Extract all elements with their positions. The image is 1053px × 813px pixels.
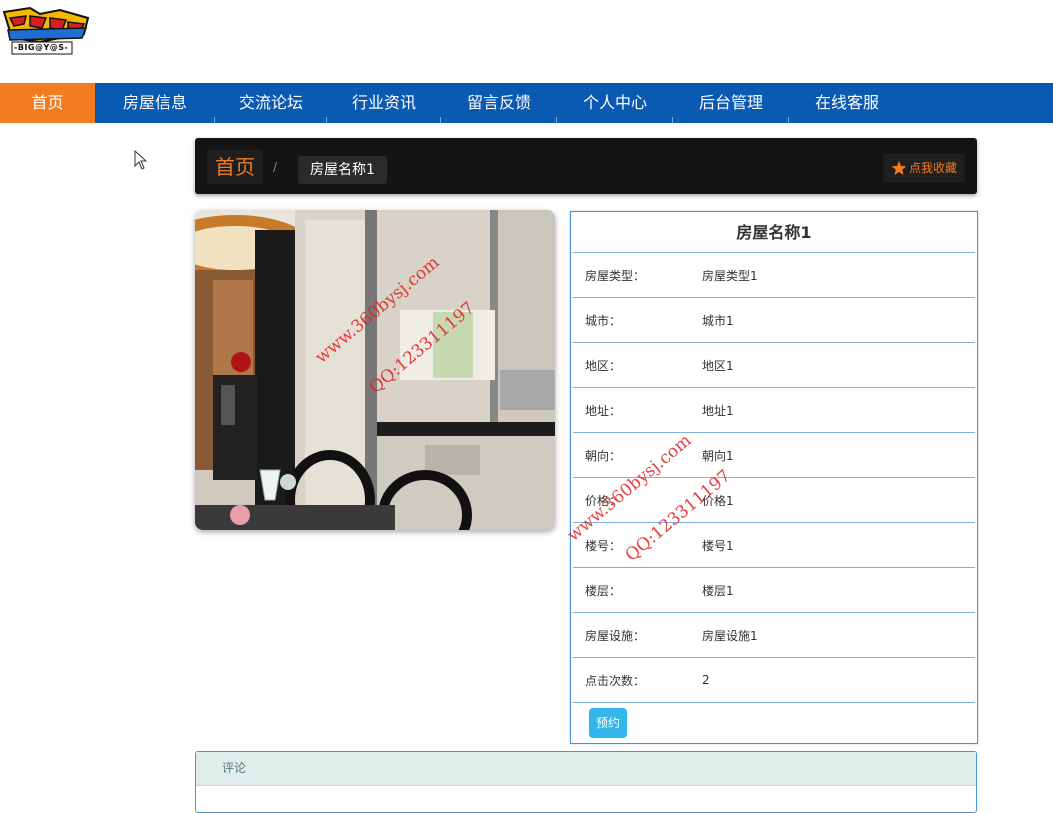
- breadcrumb-home-link[interactable]: 首页: [207, 150, 263, 184]
- nav-item-support[interactable]: 在线客服: [789, 83, 905, 123]
- house-photo-image: [195, 210, 555, 530]
- logo-tagline: -BIG@Y@S-: [14, 43, 69, 52]
- detail-value: 地区1: [702, 358, 734, 373]
- detail-row-building: 楼号： 楼号1: [573, 523, 975, 568]
- nav-label: 个人中心: [582, 93, 647, 112]
- detail-label: 房屋设施：: [585, 628, 646, 643]
- breadcrumb-separator: /: [273, 160, 278, 174]
- detail-row-price: 价格： 价格1: [573, 478, 975, 523]
- nav-item-feedback[interactable]: 留言反馈: [441, 83, 557, 123]
- detail-row-orientation: 朝向： 朝向1: [573, 433, 975, 478]
- detail-label: 地区：: [585, 358, 622, 373]
- site-logo[interactable]: -BIG@Y@S-: [0, 4, 92, 56]
- detail-label: 点击次数：: [585, 673, 646, 688]
- detail-label: 价格：: [585, 493, 622, 508]
- detail-value: 房屋类型1: [702, 268, 758, 283]
- detail-row-address: 地址： 地址1: [573, 388, 975, 433]
- nav-item-home[interactable]: 首页: [0, 83, 95, 123]
- detail-value: 朝向1: [702, 448, 734, 463]
- book-button[interactable]: 预约: [589, 708, 628, 738]
- detail-row-floor: 楼层： 楼层1: [573, 568, 975, 613]
- house-detail-panel: 房屋名称1 房屋类型： 房屋类型1 城市： 城市1 地区： 地区1 地址： 地址1 朝向…: [570, 211, 978, 744]
- detail-row-district: 地区： 地区1: [573, 343, 975, 388]
- detail-label: 房屋类型：: [585, 268, 646, 283]
- nav-label: 在线客服: [814, 93, 879, 112]
- comment-title: 评论: [196, 752, 976, 786]
- nav-item-news[interactable]: 行业资讯: [327, 83, 441, 123]
- nav-label: 首页: [31, 93, 64, 112]
- breadcrumb-current: 房屋名称1: [298, 156, 387, 184]
- favorite-button[interactable]: 点我收藏: [882, 154, 965, 182]
- nav-label: 留言反馈: [466, 93, 531, 112]
- main-nav: 首页 房屋信息 交流论坛 行业资讯 留言反馈 个人中心 后台管理 在线客服: [0, 83, 1053, 123]
- detail-label: 地址：: [585, 403, 622, 418]
- house-name-title: 房屋名称1: [573, 212, 975, 253]
- nav-label: 交流论坛: [238, 93, 303, 112]
- nav-item-house-info[interactable]: 房屋信息: [95, 83, 215, 123]
- book-row: 预约: [571, 703, 977, 743]
- detail-row-facilities: 房屋设施： 房屋设施1: [573, 613, 975, 658]
- detail-value: 2: [702, 673, 710, 687]
- detail-value: 楼号1: [702, 538, 734, 553]
- detail-row-house-type: 房屋类型： 房屋类型1: [573, 253, 975, 298]
- detail-value: 地址1: [702, 403, 734, 418]
- detail-row-city: 城市： 城市1: [573, 298, 975, 343]
- comment-panel: 评论: [195, 751, 977, 813]
- detail-value: 房屋设施1: [702, 628, 758, 643]
- mouse-cursor-icon: [134, 150, 148, 170]
- star-icon: [891, 161, 907, 175]
- detail-label: 城市：: [585, 313, 622, 328]
- nav-item-forum[interactable]: 交流论坛: [215, 83, 327, 123]
- detail-value: 楼层1: [702, 583, 734, 598]
- house-photo: [195, 210, 555, 530]
- detail-value: 价格1: [702, 493, 734, 508]
- nav-label: 房屋信息: [122, 93, 187, 112]
- favorite-label: 点我收藏: [908, 161, 957, 175]
- nav-label: 后台管理: [698, 93, 763, 112]
- detail-label: 楼层：: [585, 583, 622, 598]
- breadcrumb: 首页 / 房屋名称1 点我收藏: [195, 138, 977, 194]
- nav-item-profile[interactable]: 个人中心: [557, 83, 673, 123]
- nav-item-admin[interactable]: 后台管理: [673, 83, 789, 123]
- nav-label: 行业资讯: [351, 93, 416, 112]
- detail-label: 楼号：: [585, 538, 622, 553]
- detail-label: 朝向：: [585, 448, 622, 463]
- detail-value: 城市1: [702, 313, 734, 328]
- detail-row-clicks: 点击次数： 2: [573, 658, 975, 703]
